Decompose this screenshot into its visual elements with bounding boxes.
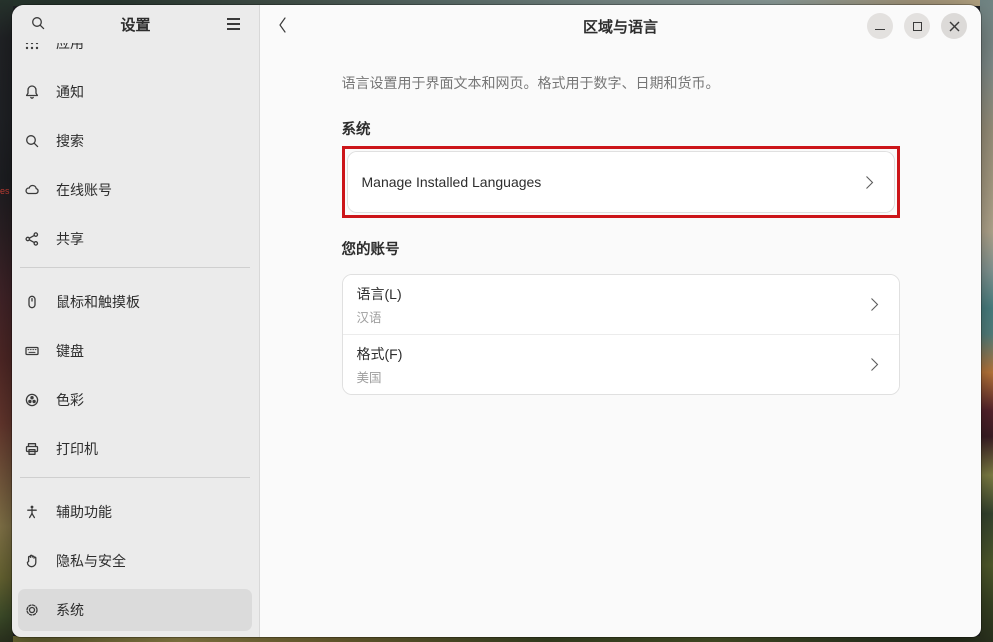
sidebar-item-label: 隐私与安全	[56, 551, 126, 571]
hamburger-icon	[227, 18, 240, 30]
accessibility-icon	[24, 504, 40, 520]
mouse-icon	[24, 294, 40, 310]
formats-value: 美国	[357, 367, 403, 386]
sidebar-item-label: 通知	[56, 82, 84, 102]
gear-icon	[24, 602, 40, 618]
sidebar-item-label: 共享	[56, 229, 84, 249]
formats-label: 格式(F)	[357, 344, 403, 364]
minimize-icon	[875, 29, 885, 31]
sidebar-item-label: 打印机	[56, 439, 98, 459]
main-headerbar: 区域与语言	[260, 5, 981, 47]
sidebar-item-privacy-security[interactable]: 隐私与安全	[18, 540, 252, 582]
account-card: 语言(L) 汉语 格式(F) 美国	[342, 274, 900, 395]
sidebar-item-printers[interactable]: 打印机	[18, 428, 252, 470]
section-title-system: 系统	[342, 123, 900, 138]
back-button[interactable]	[268, 11, 298, 41]
system-card: Manage Installed Languages	[347, 151, 895, 213]
formats-row[interactable]: 格式(F) 美国	[343, 335, 899, 394]
sidebar-item-label: 鼠标和触摸板	[56, 292, 140, 312]
annotation-highlight: Manage Installed Languages	[342, 146, 900, 218]
sidebar-item-mouse-touchpad[interactable]: 鼠标和触摸板	[18, 281, 252, 323]
sidebar-item-keyboard[interactable]: 键盘	[18, 330, 252, 372]
sidebar-divider	[20, 267, 250, 268]
sidebar-item-label: 应用	[56, 43, 84, 53]
sidebar-headerbar: 设置	[12, 5, 259, 43]
sidebar-item-sharing[interactable]: 共享	[18, 218, 252, 260]
chevron-left-icon	[275, 15, 291, 38]
wallpaper-text: es	[0, 186, 10, 196]
sidebar-item-label: 辅助功能	[56, 502, 112, 522]
chevron-right-icon	[870, 357, 879, 372]
sidebar-divider	[20, 477, 250, 478]
hand-privacy-icon	[24, 553, 40, 569]
search-icon	[30, 15, 46, 34]
sidebar-list: 应用 通知 搜索	[12, 43, 258, 637]
sidebar-item-accessibility[interactable]: 辅助功能	[18, 491, 252, 533]
sidebar-item-system[interactable]: 系统	[18, 589, 252, 631]
desktop-wallpaper-right	[980, 0, 993, 642]
sidebar-item-label: 键盘	[56, 341, 84, 361]
sidebar-item-notifications[interactable]: 通知	[18, 71, 252, 113]
apps-grid-icon	[24, 43, 40, 51]
search-button[interactable]	[24, 10, 52, 38]
color-icon	[24, 392, 40, 408]
cloud-icon	[24, 182, 40, 198]
search-icon	[24, 133, 40, 149]
sidebar-item-online-accounts[interactable]: 在线账号	[18, 169, 252, 211]
sidebar: 设置 应用	[12, 5, 260, 637]
sidebar-item-label: 搜索	[56, 131, 84, 151]
sidebar-item-apps[interactable]: 应用	[18, 43, 252, 64]
chevron-right-icon	[865, 175, 874, 190]
manage-languages-row[interactable]: Manage Installed Languages	[348, 152, 894, 212]
keyboard-icon	[24, 343, 40, 359]
bell-icon	[24, 84, 40, 100]
maximize-icon	[913, 22, 922, 31]
printer-icon	[24, 441, 40, 457]
close-icon	[949, 21, 960, 32]
window-controls	[867, 13, 973, 39]
chevron-right-icon	[870, 297, 879, 312]
maximize-button[interactable]	[904, 13, 930, 39]
sidebar-item-label: 系统	[56, 600, 84, 620]
settings-window: 设置 应用	[12, 5, 981, 637]
main-menu-button[interactable]	[219, 10, 247, 38]
close-button[interactable]	[941, 13, 967, 39]
page-description: 语言设置用于界面文本和网页。格式用于数字、日期和货币。	[342, 73, 900, 93]
language-value: 汉语	[357, 307, 402, 326]
language-label: 语言(L)	[357, 284, 402, 304]
section-title-account: 您的账号	[342, 243, 900, 258]
sidebar-item-label: 色彩	[56, 390, 84, 410]
language-row[interactable]: 语言(L) 汉语	[343, 275, 899, 334]
minimize-button[interactable]	[867, 13, 893, 39]
main-panel: 区域与语言 语言设置用于界面文本和网页。格式用于数字、日期和货币。 系统	[260, 5, 981, 637]
page-content: 语言设置用于界面文本和网页。格式用于数字、日期和货币。 系统 Manage In…	[260, 47, 981, 637]
share-icon	[24, 231, 40, 247]
sidebar-item-color[interactable]: 色彩	[18, 379, 252, 421]
sidebar-item-search[interactable]: 搜索	[18, 120, 252, 162]
manage-languages-label: Manage Installed Languages	[362, 174, 542, 190]
sidebar-item-label: 在线账号	[56, 180, 112, 200]
